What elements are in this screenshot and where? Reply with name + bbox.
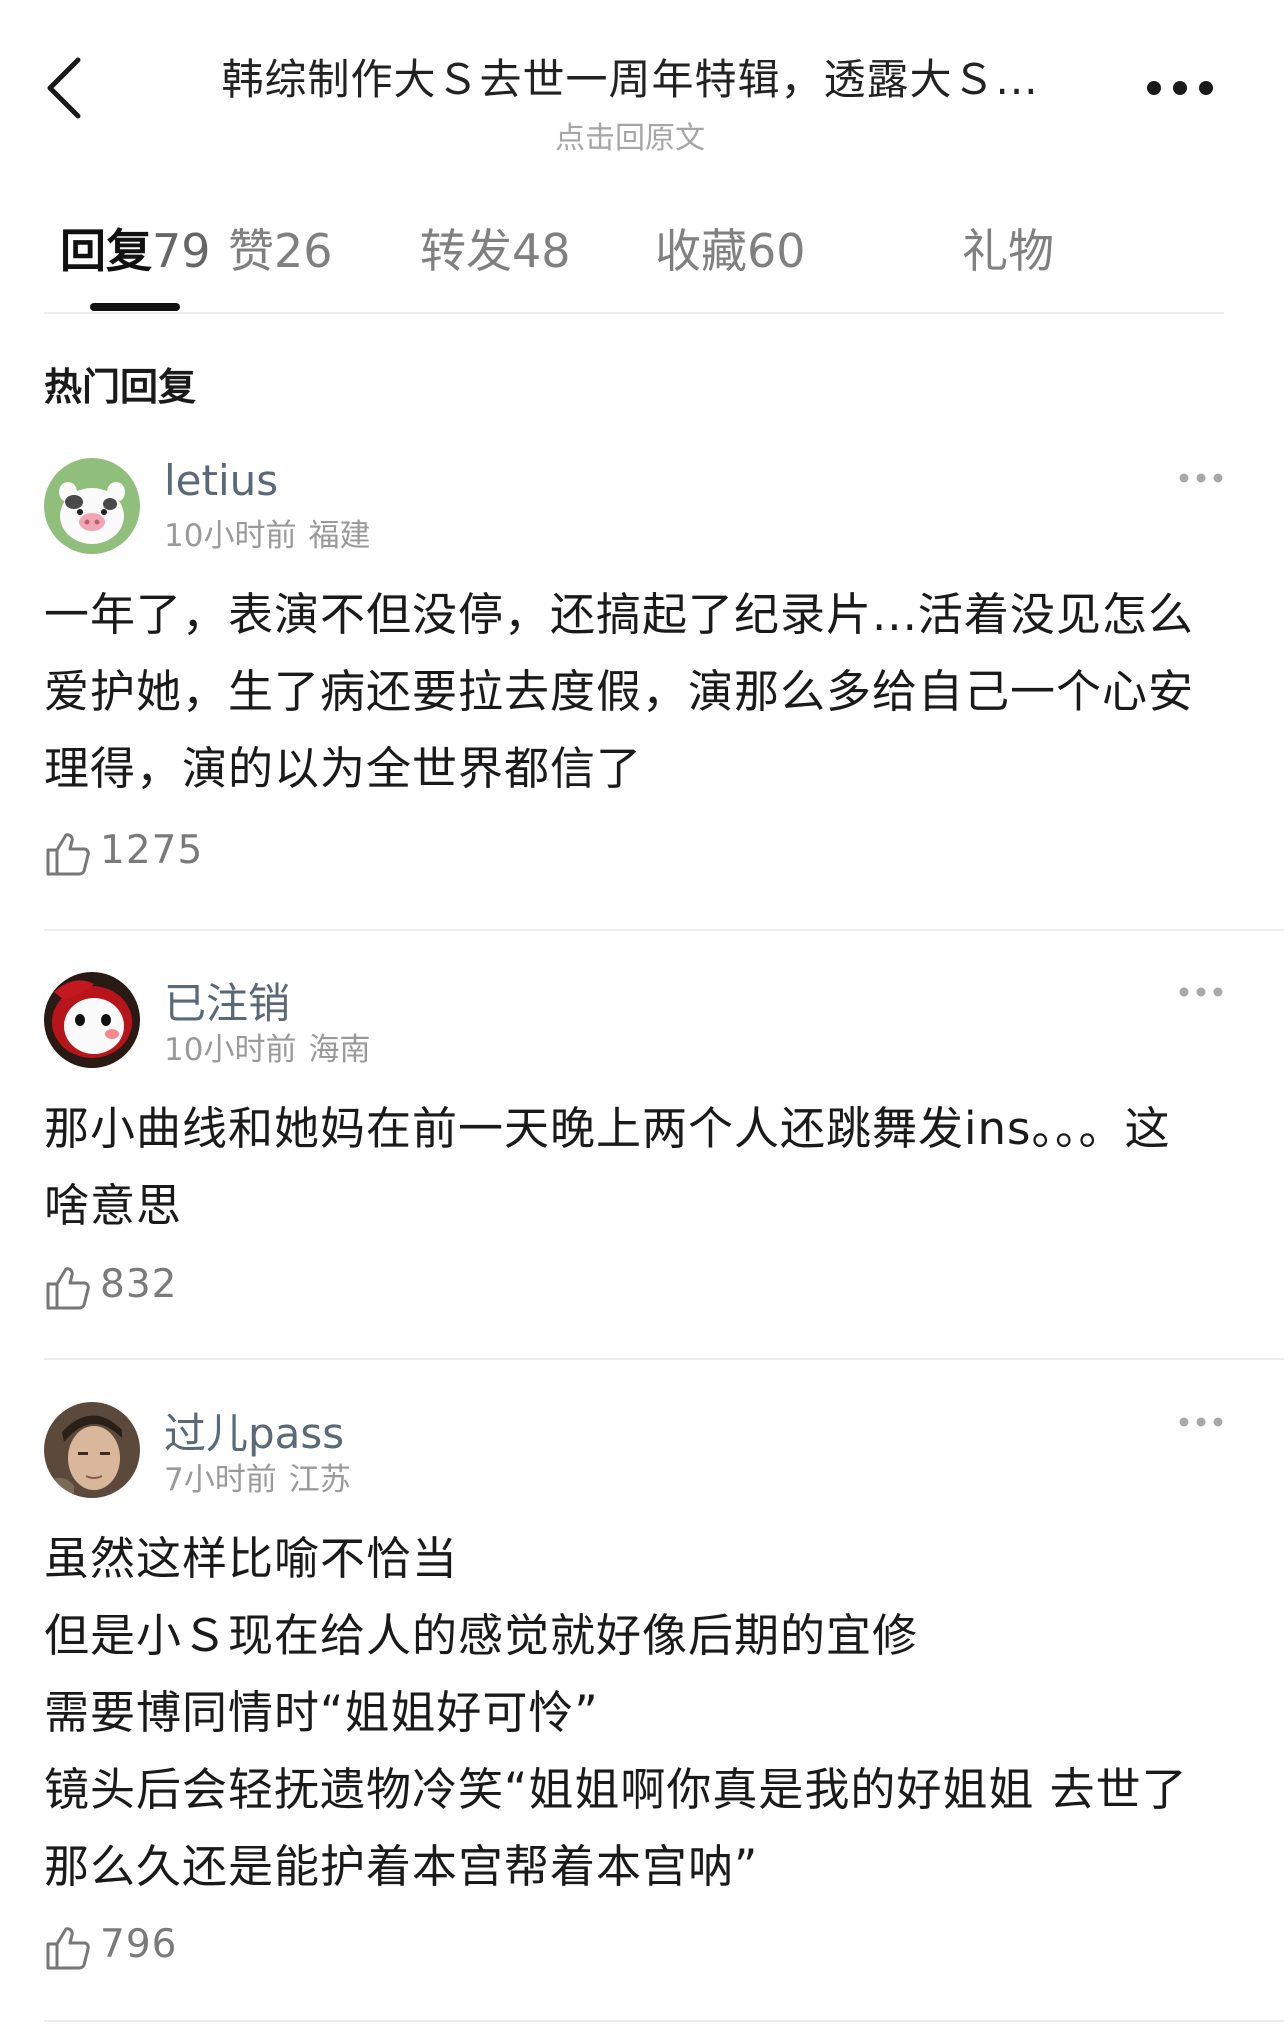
tab-label: 礼物 <box>962 224 1054 278</box>
like-count: 1275 <box>100 828 204 873</box>
more-dots-icon <box>1147 81 1213 95</box>
tab-favorites[interactable]: 收藏60 <box>655 215 806 281</box>
back-button[interactable] <box>38 52 90 124</box>
view-original-link[interactable]: 点击回原文 <box>200 113 1060 157</box>
comment-time: 10小时前 <box>164 518 297 554</box>
comment-line: 爱护她，生了病还要拉去度假，演那么多给自己一个心安 <box>44 665 1195 718</box>
avatar[interactable] <box>44 972 140 1068</box>
tab-count: 48 <box>512 224 571 278</box>
comment-location: 福建 <box>308 518 371 554</box>
comment-line: 理得，演的以为全世界都信了 <box>44 742 643 795</box>
comment-divider <box>44 1358 1284 1360</box>
top-nav-bar: 韩综制作大Ｓ去世一周年特辑，透露大Ｓ... 点击回原文 <box>0 0 1284 156</box>
comment-line: 需要博同情时“姐姐好可怜” <box>44 1686 599 1739</box>
comment-divider <box>44 2020 1284 2022</box>
comment-time: 10小时前 <box>164 1032 297 1068</box>
more-dots-icon <box>1179 1417 1223 1427</box>
tab-label: 收藏 <box>655 224 747 278</box>
person-photo-avatar-icon <box>44 1402 140 1498</box>
more-dots-icon <box>1179 473 1223 483</box>
mascot-avatar-icon <box>44 972 140 1068</box>
comment-time: 7小时前 <box>164 1462 277 1498</box>
comment-line: 虽然这样比喻不恰当 <box>44 1532 459 1585</box>
comment-more-button[interactable] <box>1176 980 1226 1004</box>
tab-replies[interactable]: 回复79 <box>60 215 211 281</box>
comment-location: 江苏 <box>288 1462 351 1498</box>
comment-divider <box>44 929 1284 931</box>
comment-line: 啥意思 <box>44 1179 183 1232</box>
tab-count: 60 <box>747 224 806 278</box>
username[interactable]: letius <box>164 456 278 505</box>
comment-line: 一年了，表演不但没停，还搞起了纪录片...活着没见怎么 <box>44 588 1194 641</box>
tab-bar: 回复79 赞26 转发48 收藏60 礼物 <box>44 215 1224 315</box>
title-area: 韩综制作大Ｓ去世一周年特辑，透露大Ｓ... 点击回原文 <box>200 46 1060 157</box>
comment-line: 镜头后会轻抚遗物冷笑“姐姐啊你真是我的好姐姐 去世了 <box>44 1763 1188 1816</box>
like-count: 832 <box>100 1262 178 1307</box>
tab-count: 26 <box>274 224 333 278</box>
section-title-hot-replies: 热门回复 <box>44 365 197 409</box>
chevron-left-icon <box>47 57 81 119</box>
tab-label: 赞 <box>228 224 274 278</box>
comment-text: 那小曲线和她妈在前一天晚上两个人还跳舞发ins。。。这 啥意思 <box>44 1090 1244 1244</box>
tab-reposts[interactable]: 转发48 <box>420 215 571 281</box>
tab-count: 79 <box>152 224 211 278</box>
tab-label: 转发 <box>420 224 512 278</box>
comment-line: 那么久还是能护着本宫帮着本宫呐” <box>44 1840 759 1893</box>
comment-line: 但是小Ｓ现在给人的感觉就好像后期的宜修 <box>44 1609 919 1662</box>
active-tab-indicator <box>90 303 180 311</box>
comment-more-button[interactable] <box>1176 1410 1226 1434</box>
thumbs-up-icon <box>46 1927 90 1970</box>
avatar[interactable] <box>44 1402 140 1498</box>
tab-gifts[interactable]: 礼物 <box>962 215 1054 281</box>
tab-likes[interactable]: 赞26 <box>228 215 333 281</box>
like-count: 796 <box>100 1922 178 1967</box>
tab-label: 回复 <box>60 224 152 278</box>
comment-meta: 10小时前 海南 <box>164 1024 370 1069</box>
username[interactable]: 过儿pass <box>164 1400 344 1461</box>
comment-meta: 10小时前 福建 <box>164 510 370 555</box>
comment-line: 那小曲线和她妈在前一天晚上两个人还跳舞发ins。。。这 <box>44 1102 1171 1155</box>
thumbs-up-icon <box>46 833 90 876</box>
comment-text: 一年了，表演不但没停，还搞起了纪录片...活着没见怎么 爱护她，生了病还要拉去度… <box>44 576 1244 807</box>
comment-location: 海南 <box>308 1032 371 1068</box>
comment-more-button[interactable] <box>1176 466 1226 490</box>
tabs-divider <box>44 312 1224 314</box>
username[interactable]: 已注销 <box>164 970 290 1031</box>
pig-avatar-icon <box>44 458 140 554</box>
avatar[interactable] <box>44 458 140 554</box>
comment-text: 虽然这样比喻不恰当 但是小Ｓ现在给人的感觉就好像后期的宜修 需要博同情时“姐姐好… <box>44 1520 1244 1905</box>
more-options-button[interactable] <box>1140 66 1220 110</box>
post-title: 韩综制作大Ｓ去世一周年特辑，透露大Ｓ... <box>221 55 1039 104</box>
more-dots-icon <box>1179 987 1223 997</box>
comment-meta: 7小时前 江苏 <box>164 1454 351 1499</box>
thumbs-up-icon <box>46 1267 90 1310</box>
